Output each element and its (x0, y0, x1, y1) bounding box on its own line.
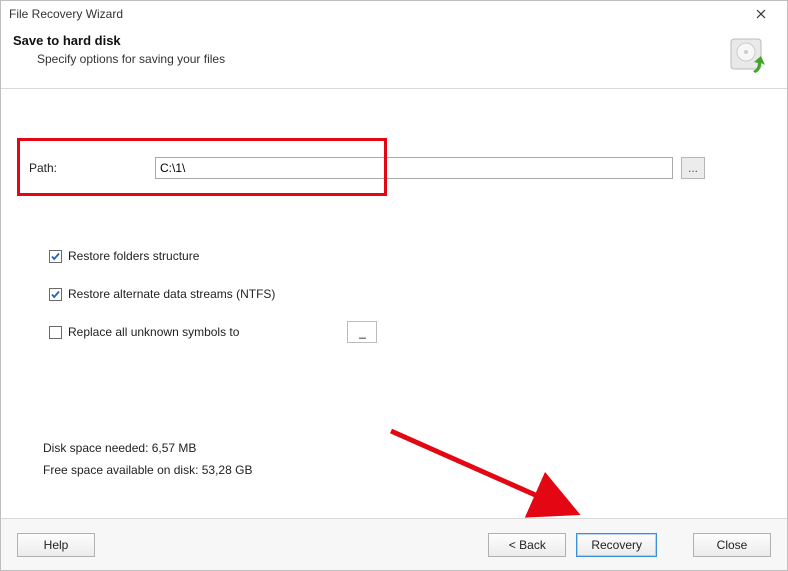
disk-needed-text: Disk space needed: 6,57 MB (43, 437, 252, 459)
checkmark-icon (50, 289, 61, 300)
window-title: File Recovery Wizard (9, 7, 741, 21)
close-button[interactable]: Close (693, 533, 771, 557)
recovery-button[interactable]: Recovery (576, 533, 657, 557)
option-replace-symbols: Replace all unknown symbols to (49, 321, 377, 343)
close-icon (756, 9, 766, 19)
replace-symbols-checkbox[interactable] (49, 326, 62, 339)
title-bar: File Recovery Wizard (1, 1, 787, 27)
option-restore-folders: Restore folders structure (49, 245, 377, 267)
restore-ads-checkbox[interactable] (49, 288, 62, 301)
path-input[interactable] (155, 157, 673, 179)
disk-free-text: Free space available on disk: 53,28 GB (43, 459, 252, 481)
wizard-header: Save to hard disk Specify options for sa… (1, 27, 787, 89)
browse-button[interactable]: ... (681, 157, 705, 179)
annotation-arrow-icon (381, 421, 601, 531)
option-restore-ads: Restore alternate data streams (NTFS) (49, 283, 377, 305)
page-subtext: Specify options for saving your files (37, 52, 775, 66)
help-button[interactable]: Help (17, 533, 95, 557)
window-close-button[interactable] (741, 3, 781, 25)
path-label: Path: (29, 161, 155, 175)
restore-folders-checkbox[interactable] (49, 250, 62, 263)
replace-symbols-label: Replace all unknown symbols to (68, 325, 239, 339)
options-group: Restore folders structure Restore altern… (49, 245, 377, 359)
back-button[interactable]: < Back (488, 533, 566, 557)
replace-symbol-input[interactable] (347, 321, 377, 343)
checkmark-icon (50, 251, 61, 262)
path-row: Path: ... (29, 157, 705, 179)
wizard-footer: Help < Back Recovery Close (1, 518, 787, 570)
restore-folders-label: Restore folders structure (68, 249, 199, 263)
wizard-body: Path: ... Restore folders structure Rest… (1, 91, 787, 518)
harddisk-icon (725, 33, 773, 81)
disk-info: Disk space needed: 6,57 MB Free space av… (43, 437, 252, 481)
restore-ads-label: Restore alternate data streams (NTFS) (68, 287, 275, 301)
page-heading: Save to hard disk (13, 33, 775, 48)
